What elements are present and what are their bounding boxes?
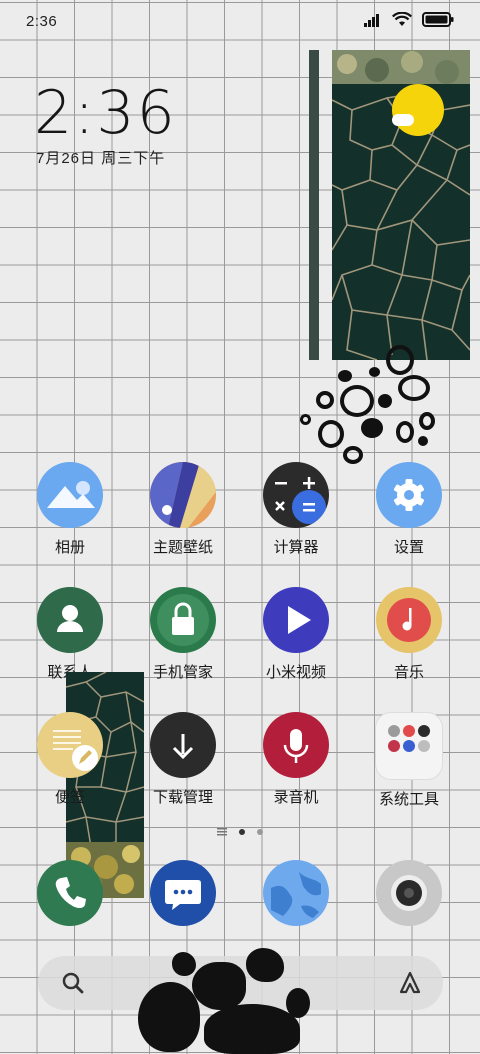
browser-icon [271, 872, 321, 918]
app-label: 主题壁纸 [152, 539, 213, 556]
app-system-tools-folder[interactable]: 系统工具 [354, 712, 464, 809]
sun-icon [392, 84, 444, 136]
dock-browser[interactable] [263, 860, 329, 926]
page-dot-active [239, 829, 245, 835]
voice-assistant-icon[interactable] [397, 970, 423, 996]
cloud-icon [392, 114, 414, 126]
signal-icon [364, 13, 379, 27]
app-label: 相册 [54, 539, 85, 556]
app-label: 系统工具 [378, 791, 439, 808]
themes-icon [150, 462, 216, 528]
app-label: 小米视频 [265, 664, 326, 681]
camera-icon [391, 875, 427, 911]
app-themes[interactable]: 主题壁纸 [128, 462, 238, 557]
clock-widget-date: 7月26日 周三下午 [36, 150, 166, 167]
app-label: 音乐 [393, 664, 424, 681]
app-label: 便签 [54, 789, 85, 806]
messages-icon [165, 880, 201, 910]
notes-icon [37, 712, 103, 778]
app-video[interactable]: 小米视频 [241, 587, 351, 682]
app-drawer-lines-icon [217, 828, 227, 836]
music-icon [376, 587, 442, 653]
app-label: 录音机 [273, 789, 319, 806]
app-settings[interactable]: 设置 [354, 462, 464, 557]
system-tools-folder-icon [375, 712, 443, 780]
downloads-icon [150, 712, 216, 778]
app-downloads[interactable]: 下载管理 [128, 712, 238, 807]
recorder-icon [263, 712, 329, 778]
app-music[interactable]: 音乐 [354, 587, 464, 682]
dock-phone[interactable] [37, 860, 103, 926]
app-label: 手机管家 [152, 664, 213, 681]
page-dot [257, 829, 263, 835]
app-label: 下载管理 [152, 789, 213, 806]
wifi-icon [392, 12, 412, 26]
app-recorder[interactable]: 录音机 [241, 712, 351, 807]
calculator-icon [263, 462, 329, 528]
status-icons [364, 12, 454, 27]
page-indicator[interactable] [0, 828, 480, 836]
contacts-icon [37, 587, 103, 653]
app-contacts[interactable]: 联系人 [15, 587, 125, 682]
settings-icon [376, 462, 442, 528]
app-gallery[interactable]: 相册 [15, 462, 125, 557]
clock-widget-time[interactable]: 2:36 [34, 78, 177, 148]
app-label: 计算器 [273, 539, 319, 556]
app-security[interactable]: 手机管家 [128, 587, 238, 682]
app-label: 设置 [393, 539, 424, 556]
app-calculator[interactable]: 计算器 [241, 462, 351, 557]
widget-accent-bar [309, 50, 319, 360]
dock-messages[interactable] [150, 860, 216, 926]
battery-icon [422, 12, 454, 27]
search-icon [62, 972, 84, 994]
gallery-icon [37, 462, 103, 528]
security-icon [150, 587, 216, 653]
status-time: 2:36 [26, 13, 58, 30]
video-icon [263, 587, 329, 653]
phone-icon [55, 877, 86, 908]
dock-camera[interactable] [376, 860, 442, 926]
app-notes[interactable]: 便签 [15, 712, 125, 807]
status-bar: 2:36 [0, 0, 480, 40]
